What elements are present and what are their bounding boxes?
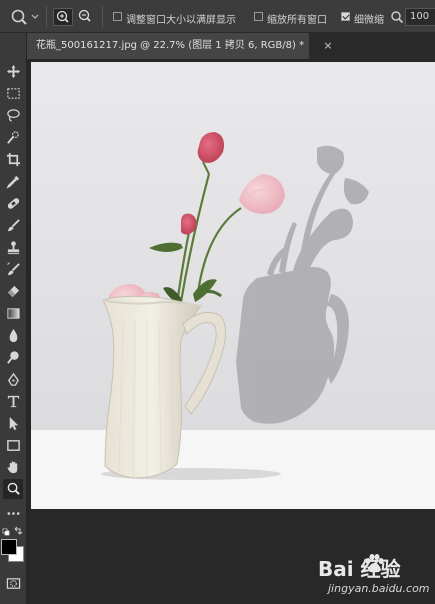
watermark-brand: Bai 经验	[318, 557, 401, 581]
search-icon	[391, 11, 404, 24]
pen-tool[interactable]	[3, 369, 23, 389]
rectangle-icon	[6, 439, 20, 451]
vase-photo	[31, 62, 435, 509]
zoom-all-windows-label: 缩放所有窗口	[267, 15, 327, 26]
lasso-icon	[6, 108, 20, 122]
crop-tool[interactable]	[3, 149, 23, 169]
move-icon	[6, 64, 20, 78]
quick-mask-icon	[6, 577, 20, 589]
gradient-tool[interactable]	[3, 303, 23, 323]
zoom-in-icon	[56, 10, 69, 23]
separator	[102, 6, 103, 28]
baidu-paw-icon	[365, 554, 384, 573]
type-icon	[7, 395, 19, 407]
canvas-workspace[interactable]	[27, 59, 435, 604]
healing-brush-tool[interactable]	[3, 193, 23, 213]
document-canvas-image[interactable]	[31, 62, 435, 509]
scrubby-zoom-label: 细微缩	[354, 15, 384, 26]
foreground-color-swatch[interactable]	[1, 539, 17, 555]
zoom-out-icon	[78, 9, 91, 22]
zoom-icon	[7, 482, 20, 495]
scrubby-zoom-checkbox[interactable]	[341, 12, 350, 21]
zoom-tool[interactable]	[3, 479, 23, 499]
hand-tool[interactable]	[3, 457, 23, 477]
blur-tool[interactable]	[3, 325, 23, 345]
history-brush-tool[interactable]	[3, 259, 23, 279]
eyedropper-icon	[5, 175, 19, 189]
zoom-percent-field[interactable]: 100	[405, 8, 435, 26]
document-tab-bar: 花瓶_500161217.jpg @ 22.7% (图层 1 拷贝 6, RGB…	[27, 33, 435, 59]
watermark-url: jingyan.baidu.com	[328, 582, 430, 595]
blur-icon	[9, 328, 17, 342]
options-bar: 调整窗口大小以满屏显示 缩放所有窗口 细微缩 100	[0, 0, 435, 33]
resize-windows-checkbox[interactable]	[113, 12, 122, 21]
default-swap-colors[interactable]	[2, 526, 24, 538]
move-tool[interactable]	[3, 61, 23, 81]
pen-icon	[7, 372, 19, 386]
crop-icon	[6, 152, 20, 166]
marquee-tool[interactable]	[3, 83, 23, 103]
path-select-tool[interactable]	[3, 413, 23, 433]
marquee-icon	[6, 87, 20, 99]
brush-icon	[7, 218, 20, 231]
close-tab-icon[interactable]: ×	[321, 38, 335, 54]
history-brush-icon	[6, 261, 20, 275]
zoom-tool-preset-icon	[11, 9, 39, 25]
eyedropper-tool[interactable]	[3, 171, 23, 191]
more-tools[interactable]	[3, 503, 23, 523]
lasso-tool[interactable]	[3, 105, 23, 125]
zoom-in-button[interactable]	[53, 8, 73, 26]
baidu-jingyan-watermark: Bai 经验 jingyan.baidu.com	[318, 550, 433, 602]
clone-stamp-tool[interactable]	[3, 237, 23, 257]
tool-preset-picker[interactable]	[8, 7, 40, 27]
zoom-all-windows-checkbox[interactable]	[254, 12, 263, 21]
hand-icon	[6, 460, 17, 473]
eraser-icon	[7, 285, 19, 297]
quick-mask-tool[interactable]	[3, 573, 23, 593]
type-tool[interactable]	[3, 391, 23, 411]
document-tab[interactable]: 花瓶_500161217.jpg @ 22.7% (图层 1 拷贝 6, RGB…	[27, 33, 309, 59]
separator	[46, 6, 47, 28]
quick-select-tool[interactable]	[3, 127, 23, 147]
tools-panel	[0, 33, 27, 604]
rectangle-tool[interactable]	[3, 435, 23, 455]
zoom-out-button[interactable]	[76, 8, 96, 26]
path-select-icon	[9, 416, 18, 430]
resize-windows-label: 调整窗口大小以满屏显示	[126, 15, 236, 26]
gradient-icon	[6, 307, 20, 319]
eraser-tool[interactable]	[3, 281, 23, 301]
brush-tool[interactable]	[3, 215, 23, 235]
dodge-icon	[6, 350, 19, 364]
more-icon	[7, 511, 19, 515]
healing-brush-icon	[7, 197, 19, 209]
quick-select-icon	[6, 130, 19, 144]
clone-stamp-icon	[7, 240, 19, 254]
dodge-tool[interactable]	[3, 347, 23, 367]
